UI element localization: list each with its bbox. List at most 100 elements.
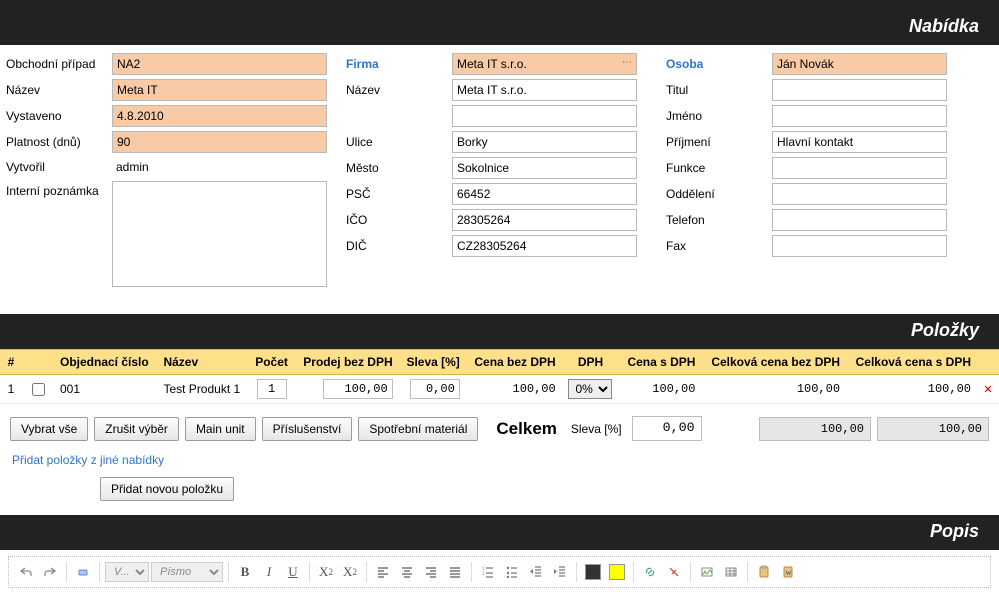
label-issued: Vystaveno [4,106,112,126]
case-input[interactable] [112,53,327,75]
bold-icon[interactable]: B [234,561,256,583]
delete-row-icon[interactable]: ✕ [984,382,992,398]
label-city: Město [344,158,452,178]
main-unit-button[interactable]: Main unit [185,417,256,441]
eraser-icon[interactable] [72,561,94,583]
paste-word-icon[interactable]: W [777,561,799,583]
deselect-button[interactable]: Zrušit výběr [94,417,179,441]
label-street: Ulice [344,132,452,152]
total-without-vat: 100,00 [759,417,871,441]
unlink-icon[interactable] [663,561,685,583]
copy-items-link[interactable]: Přidat položky z jiné nabídky [0,447,176,477]
cell-num: 1 [0,375,22,404]
person-input[interactable] [772,53,947,75]
label-firstname: Jméno [664,106,772,126]
add-row-button[interactable]: Přidat novou položku [100,477,234,501]
font-select[interactable]: Písmo [151,562,223,582]
cell-pricevat: 100,00 [619,375,701,404]
col-price: Cena bez DPH [466,350,562,375]
ico-input[interactable] [452,209,637,231]
list-unordered-icon[interactable] [501,561,523,583]
table-row: 1 001 Test Produkt 1 100,00 0% 100,00 10… [0,375,999,404]
align-right-icon[interactable] [420,561,442,583]
toolbar-separator [99,562,100,582]
rte-fieldset: V... Písmo B I U X2 X2 12 [8,556,991,588]
bg-color-icon[interactable] [606,561,628,583]
superscript-icon[interactable]: X2 [339,561,361,583]
firm-input[interactable] [452,53,637,75]
section-title-items: Položky [0,314,999,349]
accessories-button[interactable]: Příslušenství [262,417,353,441]
offer-form: Obchodní případ Název Vystaveno Platnost… [0,45,999,314]
select-all-button[interactable]: Vybrat vše [10,417,88,441]
underline-icon[interactable]: U [282,561,304,583]
label-created: Vytvořil [4,157,112,177]
align-justify-icon[interactable] [444,561,466,583]
sell-input[interactable] [323,379,393,399]
cell-price: 100,00 [466,375,562,404]
redo-icon[interactable] [39,561,61,583]
rte-toolbar: V... Písmo B I U X2 X2 12 [9,557,990,587]
dic-input[interactable] [452,235,637,257]
label-title: Titul [664,80,772,100]
note-textarea[interactable] [112,181,327,287]
toolbar-separator [747,562,748,582]
label-ico: IČO [344,210,452,230]
created-value: admin [112,157,153,177]
label-lastname: Příjmení [664,132,772,152]
row-checkbox[interactable] [32,383,45,396]
validity-input[interactable] [112,131,327,153]
svg-text:2: 2 [482,572,485,577]
text-color-icon[interactable] [582,561,604,583]
cell-order: 001 [54,375,157,404]
dept-input[interactable] [772,183,947,205]
qty-input[interactable] [257,379,287,399]
outdent-icon[interactable] [525,561,547,583]
indent-icon[interactable] [549,561,571,583]
items-table: # Objednací číslo Název Počet Prodej bez… [0,349,999,404]
col-del [977,350,999,375]
insert-image-icon[interactable] [696,561,718,583]
total-discount-input[interactable] [632,416,702,441]
insert-table-icon[interactable] [720,561,742,583]
title-input[interactable] [772,79,947,101]
paste-icon[interactable] [753,561,775,583]
lastname-input[interactable] [772,131,947,153]
toolbar-separator [228,562,229,582]
street-input[interactable] [452,131,637,153]
col-qty: Počet [249,350,295,375]
col-totalvat: Celková cena s DPH [846,350,977,375]
cell-name: Test Produkt 1 [157,375,248,404]
subscript-icon[interactable]: X2 [315,561,337,583]
link-icon[interactable] [639,561,661,583]
italic-icon[interactable]: I [258,561,280,583]
role-input[interactable] [772,157,947,179]
consumables-button[interactable]: Spotřební materiál [358,417,478,441]
toolbar-separator [366,562,367,582]
phone-input[interactable] [772,209,947,231]
zip-input[interactable] [452,183,637,205]
toolbar-separator [309,562,310,582]
firm-picker-icon[interactable]: ⋯ [622,57,633,68]
firm-name2-input[interactable] [452,105,637,127]
col-name: Název [157,350,248,375]
disc-input[interactable] [410,379,460,399]
align-left-icon[interactable] [372,561,394,583]
list-ordered-icon[interactable]: 12 [477,561,499,583]
size-select[interactable]: V... [105,562,149,582]
label-firm-blank [344,113,452,119]
city-input[interactable] [452,157,637,179]
col-disc: Sleva [%] [399,350,466,375]
undo-icon[interactable] [15,561,37,583]
totals-label: Celkem [496,419,556,439]
issued-input[interactable] [112,105,327,127]
align-center-icon[interactable] [396,561,418,583]
fax-input[interactable] [772,235,947,257]
toolbar-separator [690,562,691,582]
firstname-input[interactable] [772,105,947,127]
label-name: Název [4,80,112,100]
firm-name-input[interactable] [452,79,637,101]
label-firm-name: Název [344,80,452,100]
left-name-input[interactable] [112,79,327,101]
vat-select[interactable]: 0% [568,379,612,399]
